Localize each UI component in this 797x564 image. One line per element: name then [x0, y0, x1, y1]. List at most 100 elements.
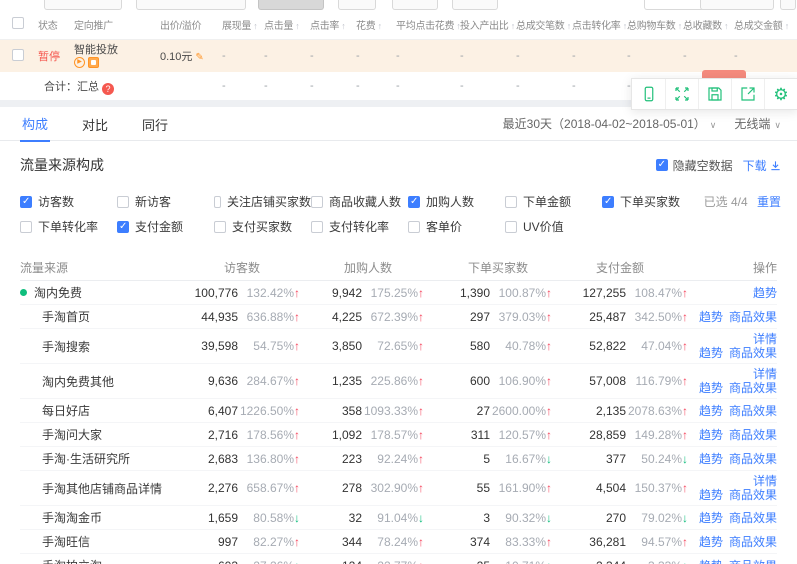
sort-arrow-icon[interactable]: ↑ [251, 21, 257, 31]
traffic-source-name: 手淘其他店铺商品详情 [20, 480, 180, 497]
column-header[interactable]: 出价/溢价 [160, 17, 222, 32]
column-header[interactable]: 花费 ↑ [356, 17, 396, 32]
tab-对比[interactable]: 对比 [80, 107, 110, 141]
trend-link[interactable]: 趋势 [753, 286, 777, 300]
filter-checkbox[interactable]: UV价值 [505, 218, 602, 235]
bid-value: 0.10元 [160, 51, 192, 63]
column-header[interactable]: 点击转化率 ↑ [572, 17, 627, 32]
product-effect-link[interactable]: 商品效果 [729, 381, 777, 395]
product-effect-link[interactable]: 商品效果 [729, 535, 777, 549]
filter-checkbox[interactable]: 下单金额 [505, 193, 602, 210]
column-header[interactable]: 定向推广 [74, 17, 160, 32]
column-header[interactable]: 点击量 ↑ [264, 17, 310, 32]
sort-arrow-icon[interactable]: ↑ [722, 21, 728, 31]
metric-cell: 3,85072.65%↑ [300, 339, 424, 353]
filter-checkbox[interactable]: 支付金额 [117, 218, 214, 235]
toolbar-button-6[interactable] [452, 0, 498, 10]
product-effect-link[interactable]: 商品效果 [729, 404, 777, 418]
toolbar-button-5[interactable] [392, 0, 438, 10]
product-effect-link[interactable]: 商品效果 [729, 559, 777, 564]
column-header[interactable]: 平均点击花费 ↑ [396, 17, 460, 32]
filter-checkbox[interactable]: 商品收藏人数 [311, 193, 408, 210]
product-effect-link[interactable]: 商品效果 [729, 452, 777, 466]
filter-checkbox[interactable]: 支付转化率 [311, 218, 408, 235]
save-icon[interactable] [698, 79, 731, 109]
filter-checkbox[interactable]: 新访客 [117, 193, 214, 210]
trend-link[interactable]: 趋势 [699, 428, 723, 442]
column-header[interactable]: 状态 [38, 17, 74, 32]
trend-link[interactable]: 趋势 [699, 559, 723, 564]
edit-pencil-icon[interactable]: ✎ [195, 52, 203, 63]
trend-link[interactable]: 趋势 [699, 511, 723, 525]
filter-checkbox[interactable]: 客单价 [408, 218, 505, 235]
column-header[interactable]: 展现量 ↑ [222, 17, 264, 32]
trend-link[interactable]: 趋势 [699, 452, 723, 466]
image-icon[interactable] [88, 57, 99, 68]
trend-link[interactable]: 趋势 [699, 535, 723, 549]
toolbar-button-3[interactable] [258, 0, 324, 10]
filter-checkbox[interactable]: 支付买家数 [214, 218, 311, 235]
column-header[interactable]: 总成交金额 ↑ [734, 17, 796, 32]
metric-cell: 99782.27%↑ [180, 535, 300, 549]
filter-checkbox[interactable]: 加购人数 [408, 193, 505, 210]
sort-arrow-icon[interactable]: ↑ [676, 21, 682, 31]
sort-arrow-icon[interactable]: ↑ [565, 21, 571, 31]
filter-condition-control[interactable] [608, 0, 634, 10]
sort-arrow-icon[interactable]: ↑ [375, 21, 381, 31]
metric-cell: 600106.90%↑ [424, 374, 552, 388]
filter-checkbox[interactable]: 关注店铺买家数 [214, 193, 311, 210]
detail-link[interactable]: 详情 [753, 332, 777, 346]
settings-icon[interactable]: ⚙ [764, 79, 797, 109]
more-data-button[interactable] [700, 0, 774, 10]
tab-同行[interactable]: 同行 [140, 107, 170, 141]
column-header[interactable]: 总成交笔数 ↑ [516, 17, 572, 32]
row-checkbox[interactable] [12, 49, 24, 61]
toolbar-button-4[interactable] [338, 0, 376, 10]
cell-value: - [460, 80, 516, 92]
export-icon[interactable] [731, 79, 764, 109]
sort-arrow-icon[interactable]: ↑ [293, 21, 299, 31]
play-icon[interactable]: ▶ [74, 57, 85, 68]
select-all-checkbox[interactable] [12, 17, 24, 29]
download-link[interactable]: 下载 [743, 157, 781, 174]
sort-arrow-icon[interactable]: ↑ [621, 21, 627, 31]
trend-link[interactable]: 趋势 [699, 381, 723, 395]
sort-arrow-icon[interactable]: ↑ [783, 21, 789, 31]
toolbar-button-1[interactable] [44, 0, 122, 10]
trend-link[interactable]: 趋势 [699, 488, 723, 502]
column-header[interactable]: 点击率 ↑ [310, 17, 356, 32]
row-actions: 详情趋势商品效果 [688, 332, 777, 360]
filter-checkbox[interactable]: 下单转化率 [20, 218, 117, 235]
product-effect-link[interactable]: 商品效果 [729, 488, 777, 502]
fullscreen-icon[interactable] [665, 79, 698, 109]
reset-link[interactable]: 重置 [757, 195, 781, 209]
column-header[interactable]: 总购物车数 ↑ [627, 17, 683, 32]
detail-link[interactable]: 详情 [753, 474, 777, 488]
product-effect-link[interactable]: 商品效果 [729, 511, 777, 525]
hide-empty-toggle[interactable]: 隐藏空数据 [656, 157, 733, 174]
sort-arrow-icon[interactable]: ↑ [339, 21, 345, 31]
toolbar-mini-button[interactable] [780, 0, 796, 10]
toolbar-button-2[interactable] [136, 0, 246, 10]
column-header[interactable]: 投入产出比 ↑ [460, 17, 516, 32]
trend-link[interactable]: 趋势 [699, 404, 723, 418]
filter-checkbox[interactable]: 下单买家数 [602, 193, 699, 210]
detail-link[interactable]: 详情 [753, 367, 777, 381]
metric-value: 3,850 [332, 339, 362, 353]
trend-link[interactable]: 趋势 [699, 346, 723, 360]
metric-cell: 37483.33%↑ [424, 535, 552, 549]
metric-change: 92.24%↑ [362, 452, 424, 466]
date-range-selector[interactable]: 最近30天（2018-04-02~2018-05-01）∨ [503, 115, 717, 132]
source-label: 手淘其他店铺商品详情 [42, 480, 162, 497]
trend-link[interactable]: 趋势 [699, 310, 723, 324]
sort-arrow-icon[interactable]: ↑ [509, 21, 515, 31]
phone-icon[interactable] [632, 79, 665, 109]
tab-构成[interactable]: 构成 [20, 106, 50, 142]
column-header[interactable]: 总收藏数 ↑ [683, 17, 734, 32]
terminal-selector[interactable]: 无线端∨ [734, 115, 781, 132]
product-effect-link[interactable]: 商品效果 [729, 346, 777, 360]
filter-checkbox[interactable]: 访客数 [20, 193, 117, 210]
help-icon[interactable]: ? [102, 83, 114, 95]
product-effect-link[interactable]: 商品效果 [729, 310, 777, 324]
product-effect-link[interactable]: 商品效果 [729, 428, 777, 442]
